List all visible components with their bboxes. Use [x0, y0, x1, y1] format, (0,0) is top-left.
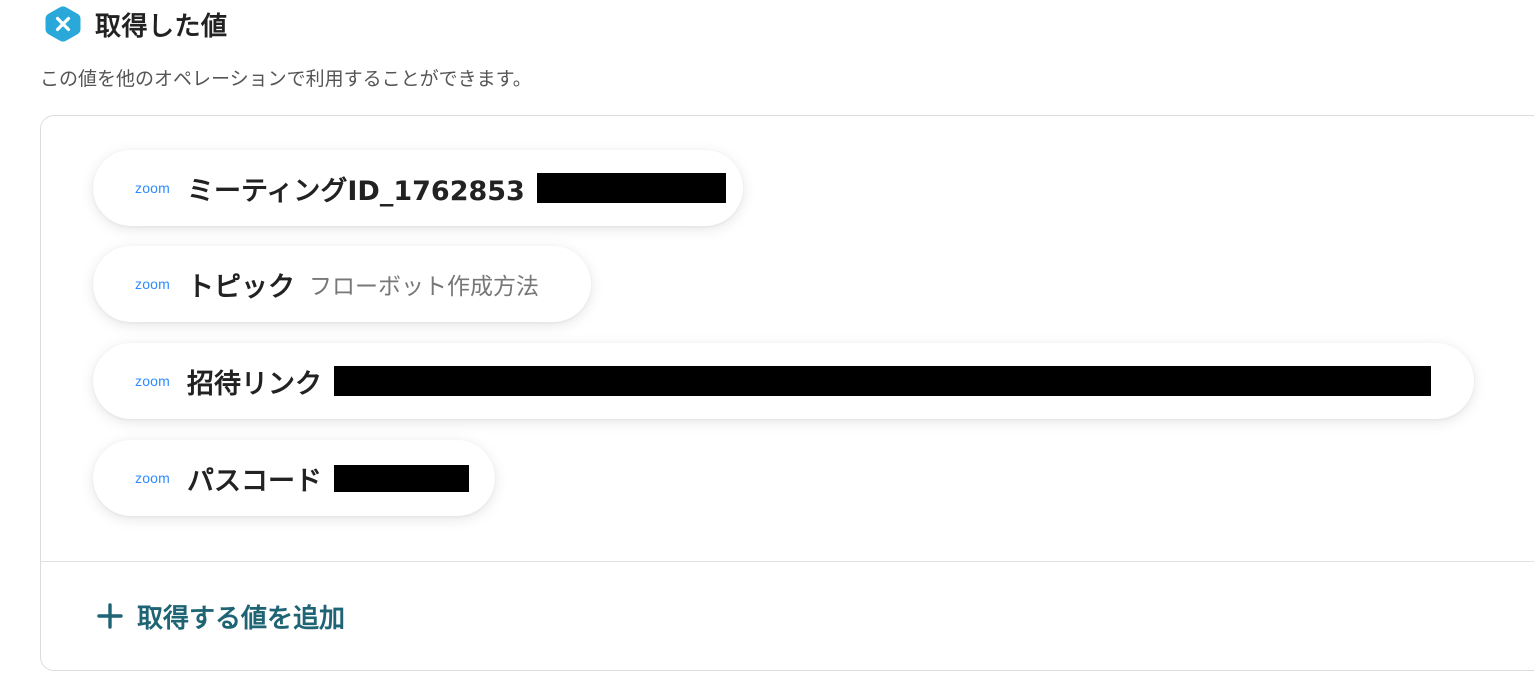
hexagon-x-icon	[44, 5, 82, 43]
zoom-logo: zoom	[135, 276, 171, 292]
chip-label: トピック	[187, 271, 295, 303]
section-description: この値を他のオペレーションで利用することができます。	[40, 68, 532, 90]
add-output-value-button[interactable]: 取得する値を追加	[97, 598, 345, 634]
output-chip-topic[interactable]: zoom トピック フローボット作成方法	[93, 246, 591, 322]
zoom-logo: zoom	[135, 470, 171, 486]
output-values-card: zoom ミーティングID_1762853 zoom トピック フローボット作成…	[40, 115, 1534, 671]
section-title: 取得した値	[95, 11, 228, 42]
chip-label: パスコード	[187, 465, 322, 497]
chip-value: フローボット作成方法	[309, 274, 539, 300]
zoom-logo: zoom	[135, 373, 171, 389]
redacted-value	[334, 366, 1431, 396]
divider	[41, 561, 1534, 562]
section-header: 取得した値	[44, 4, 228, 44]
output-chip-invite-link[interactable]: zoom 招待リンク	[93, 343, 1474, 419]
redacted-value	[536, 173, 726, 203]
output-chip-passcode[interactable]: zoom パスコード	[93, 440, 495, 516]
add-output-value-label: 取得する値を追加	[137, 603, 346, 634]
zoom-logo: zoom	[135, 180, 171, 196]
output-chip-meeting-id[interactable]: zoom ミーティングID_1762853	[93, 150, 743, 226]
chip-label: 招待リンク	[187, 368, 322, 400]
chip-label: ミーティングID_1762853	[187, 175, 525, 207]
plus-icon	[97, 603, 123, 629]
redacted-value	[334, 464, 469, 492]
